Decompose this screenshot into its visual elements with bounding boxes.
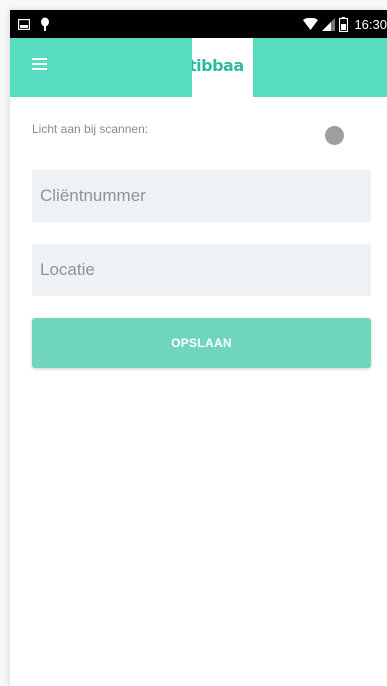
viewport: 16:30 tibbaa Licht aan bij scannen: OPSL… xyxy=(0,0,387,686)
app-logo: tibbaa xyxy=(192,38,253,97)
light-on-scan-label: Licht aan bij scannen: xyxy=(32,122,149,136)
phone-screen: 16:30 tibbaa Licht aan bij scannen: OPSL… xyxy=(10,10,387,686)
menu-button[interactable] xyxy=(32,58,50,74)
logo-text: tibbaa xyxy=(192,56,244,75)
save-button[interactable]: OPSLAAN xyxy=(32,318,371,368)
app-bar: tibbaa xyxy=(10,38,387,97)
status-bar: 16:30 xyxy=(10,10,387,38)
status-bar-system: 16:30 xyxy=(303,15,387,33)
save-button-label: OPSLAAN xyxy=(171,336,232,350)
bug-notification-icon xyxy=(40,17,50,31)
wifi-icon xyxy=(303,18,319,30)
image-notification-icon xyxy=(18,18,30,30)
status-time: 16:30 xyxy=(354,16,387,32)
client-number-input[interactable] xyxy=(32,170,371,222)
hamburger-menu-icon xyxy=(32,58,47,60)
status-bar-notifications xyxy=(18,16,50,32)
light-on-scan-toggle[interactable] xyxy=(325,126,344,145)
hamburger-menu-icon-line xyxy=(32,68,47,70)
hamburger-menu-icon-line xyxy=(32,63,47,65)
signal-icon xyxy=(322,17,336,31)
location-input[interactable] xyxy=(32,244,371,296)
battery-icon xyxy=(339,16,349,32)
